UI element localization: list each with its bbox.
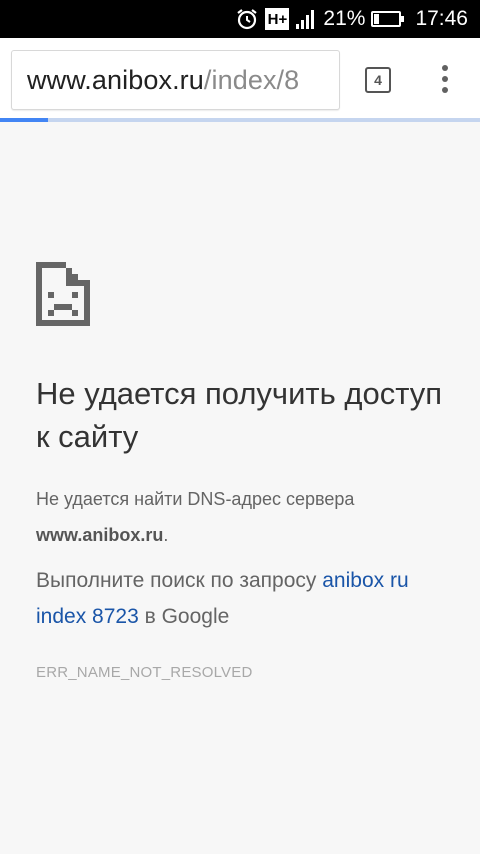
error-title: Не удается получить доступ к сайту [36, 376, 443, 454]
suggest-suffix: в Google [138, 605, 230, 628]
url-bar[interactable]: www.anibox.ru/index/8 [11, 50, 340, 110]
battery-percent: 21% [323, 7, 366, 30]
detail-prefix: Не удается найти DNS-адрес сервера [36, 489, 355, 509]
overflow-menu-icon[interactable] [430, 64, 460, 94]
error-code: ERR_NAME_NOT_RESOLVED [36, 664, 253, 681]
detail-host: www.anibox.ru [36, 525, 164, 545]
error-detail: Не удается найти DNS-адрес сервера www.a… [36, 481, 456, 553]
url-path: /index/8 [203, 64, 300, 95]
progress-fill [0, 118, 48, 122]
page-load-progress [0, 118, 480, 122]
clock: 17:46 [415, 7, 468, 30]
suggest-prefix: Выполните поиск по запросу [36, 569, 323, 592]
status-icons: H+ 21% 17:46 [235, 0, 468, 38]
search-suggestion: Выполните поиск по запросу anibox ru ind… [36, 563, 456, 635]
battery-icon [371, 11, 405, 27]
sad-page-icon [36, 262, 90, 331]
url-text[interactable]: www.anibox.ru/index/8 [12, 65, 299, 96]
status-bar: H+ 21% 17:46 [0, 0, 480, 38]
detail-suffix: . [163, 525, 169, 545]
tab-switcher-button[interactable]: 4 [365, 67, 391, 93]
url-host: www.anibox.ru [27, 64, 204, 95]
network-type-icon: H+ [265, 8, 290, 30]
browser-toolbar: www.anibox.ru/index/8 4 [0, 38, 480, 120]
tab-count: 4 [374, 72, 382, 88]
signal-icon [295, 8, 317, 30]
alarm-icon [235, 7, 259, 31]
